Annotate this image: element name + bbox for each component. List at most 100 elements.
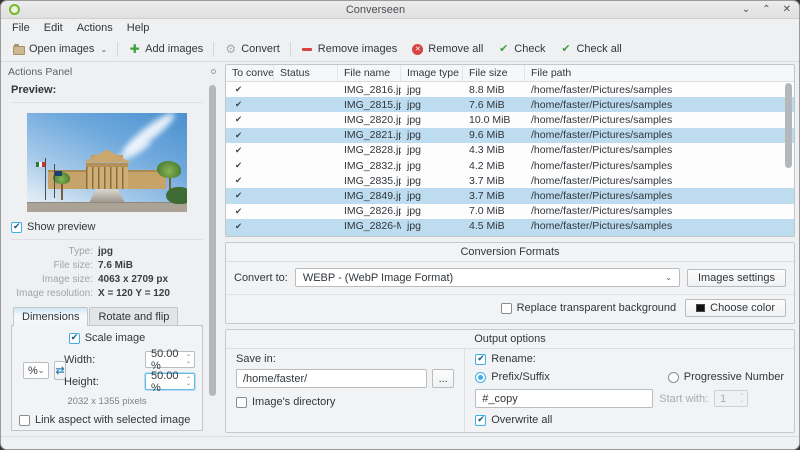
tab-dimensions[interactable]: Dimensions <box>13 307 89 326</box>
table-row[interactable]: ✔ IMG_2820.jpg jpg 10.0 MiB/home/faster/Pic… <box>226 112 794 127</box>
unit-combobox[interactable]: % ⌄ <box>23 362 50 379</box>
checkbox-box <box>19 414 30 426</box>
browse-button[interactable]: ... <box>432 369 455 388</box>
table-row[interactable]: ✔ IMG_2835.jpg jpg 3.7 MiB/home/faster/Pict… <box>226 173 794 188</box>
blue-flag <box>55 171 62 176</box>
link-aspect-checkbox[interactable]: Link aspect with selected image <box>19 414 195 426</box>
cell-chk: ✔ <box>235 160 243 171</box>
column-header[interactable]: File name <box>338 65 401 81</box>
minimize-button[interactable]: ⌄ <box>742 4 750 15</box>
column-header[interactable]: Status <box>274 65 338 81</box>
cell-path: /home/faster/Pictures/samples <box>531 220 673 233</box>
cell-size: 10.0 MiB <box>469 113 511 126</box>
toolbar: Open images ⌄ ✚ Add images ⚙ Convert Rem… <box>1 37 799 62</box>
table-row[interactable]: ✔ IMG_2854-2.j...jpg7.0 MiB/home/faster/P… <box>226 233 794 236</box>
output-options-title: Output options <box>226 330 794 349</box>
info-label: Image resolution: <box>16 288 93 299</box>
panel-scrollbar[interactable] <box>209 85 216 423</box>
check-all-label: Check all <box>576 43 622 55</box>
images-directory-label: Image's directory <box>252 396 336 408</box>
height-spinbox[interactable]: 50.00 % ⌃ ⌄ <box>145 370 195 394</box>
scale-image-checkbox[interactable]: Scale image <box>68 332 145 344</box>
table-row[interactable]: ✔ IMG_2849.jpg jpg 3.7 MiB/home/faster/Pict… <box>226 188 794 204</box>
divider <box>11 102 203 103</box>
cell-chk: ✔ <box>235 175 243 186</box>
open-images-button[interactable]: Open images ⌄ <box>5 41 114 58</box>
remove-all-button[interactable]: ✕ Remove all <box>404 41 490 58</box>
actions-panel: Actions Panel Preview: ✔ Show preview Ty… <box>5 64 219 433</box>
table-row[interactable]: ✔ IMG_2828.jpg jpg 4.3 MiB/home/faster/Pict… <box>226 143 794 158</box>
add-images-button[interactable]: ✚ Add images <box>121 41 210 58</box>
menu-item-file[interactable]: File <box>5 21 37 35</box>
cell-size: 7.0 MiB <box>469 205 505 218</box>
table-row[interactable]: ✔ IMG_2821.jpg jpg 9.6 MiB/home/faster/Pict… <box>226 127 794 143</box>
cell-size: 4.3 MiB <box>469 144 505 157</box>
cell-size: 3.7 MiB <box>469 189 505 202</box>
radio-button <box>475 371 487 383</box>
images-settings-button[interactable]: Images settings <box>686 268 786 287</box>
menu-item-help[interactable]: Help <box>120 21 157 35</box>
close-button[interactable]: ✕ <box>783 4 791 15</box>
cell-size: 3.7 MiB <box>469 174 505 187</box>
cell-path: /home/faster/Pictures/samples <box>531 113 673 126</box>
tab-rotate-flip[interactable]: Rotate and flip <box>89 307 179 326</box>
progressive-number-radio[interactable]: Progressive Number <box>667 371 784 383</box>
table-row[interactable]: ✔IMG_2826-M...jpg4.5 MiB/home/faster/Pic… <box>226 218 794 234</box>
check-button[interactable]: ✔ Check <box>490 41 552 58</box>
cell-chk: ✔ <box>235 99 243 110</box>
choose-color-button[interactable]: Choose color <box>685 299 786 317</box>
table-scrollbar[interactable] <box>785 83 793 234</box>
cell-type: jpg <box>407 113 422 126</box>
table-row[interactable]: ✔ IMG_2815.jpg jpg 7.6 MiB/home/faster/Pict… <box>226 97 794 113</box>
panel-float-button[interactable] <box>211 69 216 74</box>
width-spinbox[interactable]: 50.00 % ⌃ ⌄ <box>145 348 195 372</box>
column-header[interactable]: To convert <box>226 65 274 81</box>
remove-images-button[interactable]: Remove images <box>294 41 404 58</box>
cell-type: jpg <box>407 98 422 111</box>
table-row[interactable]: ✔ IMG_2826.jpg jpg 7.0 MiB/home/faster/Pict… <box>226 204 794 219</box>
cell-chk: ✔ <box>235 190 243 201</box>
replace-transparent-checkbox[interactable]: Replace transparent background <box>500 302 676 314</box>
column-header[interactable]: Image type <box>401 65 463 81</box>
show-preview-checkbox[interactable]: Show preview <box>11 221 203 233</box>
save-path-input[interactable]: /home/faster/ <box>236 369 428 388</box>
cell-path: /home/faster/Pictures/samples <box>525 235 794 236</box>
cell-name: IMG_2835.jpg <box>344 174 401 187</box>
save-in-label: Save in: <box>236 353 276 365</box>
overwrite-all-label: Overwrite all <box>491 414 553 426</box>
rename-pattern-input[interactable]: #_copy <box>475 389 654 408</box>
convert-button[interactable]: ⚙ Convert <box>217 41 287 58</box>
cell-type: jpg <box>407 144 422 157</box>
cell-size: 7.0 MiB <box>463 235 525 236</box>
color-swatch <box>696 304 706 312</box>
width-label: Width: <box>64 353 96 366</box>
table-row[interactable]: ✔ IMG_2816.jpg jpg 8.8 MiB/home/faster/Pict… <box>226 82 794 97</box>
images-directory-checkbox[interactable]: Image's directory <box>236 396 454 408</box>
remove-minus-icon <box>302 47 313 51</box>
spinner-arrows-icon[interactable]: ⌃ ⌄ <box>186 377 191 387</box>
start-with-spinbox[interactable]: 1 ⌃ ⌄ <box>714 390 749 407</box>
menu-item-edit[interactable]: Edit <box>37 21 70 35</box>
checkbox-box <box>68 332 80 344</box>
format-combobox[interactable]: WEBP - (WebP Image Format) ⌄ <box>294 268 680 287</box>
spinner-arrows-icon[interactable]: ⌃ ⌄ <box>186 355 191 365</box>
cell-path: /home/faster/Pictures/samples <box>531 205 673 218</box>
maximize-button[interactable]: ⌃ <box>762 4 770 15</box>
remove-all-icon: ✕ <box>412 43 424 55</box>
cell-type: jpg <box>407 189 422 202</box>
cell-size: 9.6 MiB <box>469 129 505 142</box>
overwrite-all-checkbox[interactable]: Overwrite all <box>475 414 784 426</box>
cell-type: jpg <box>407 174 422 187</box>
check-all-button[interactable]: ✔ Check all <box>552 41 628 58</box>
titlebar: Converseen ⌄ ⌃ ✕ <box>1 1 799 19</box>
cell-size: 8.8 MiB <box>469 83 505 96</box>
column-header[interactable]: File size <box>463 65 525 81</box>
prefix-suffix-radio[interactable]: Prefix/Suffix <box>475 371 550 383</box>
check-icon: ✔ <box>499 42 509 55</box>
spinner-arrows-icon: ⌃ ⌄ <box>739 393 745 404</box>
rename-checkbox[interactable]: Rename: <box>475 353 784 365</box>
column-header[interactable]: File path <box>525 65 794 81</box>
table-row[interactable]: ✔ IMG_2832.jpg jpg 4.2 MiB/home/faster/Pict… <box>226 158 794 173</box>
cell-name: IMG_2826-M... <box>344 220 401 233</box>
menu-item-actions[interactable]: Actions <box>70 21 120 35</box>
